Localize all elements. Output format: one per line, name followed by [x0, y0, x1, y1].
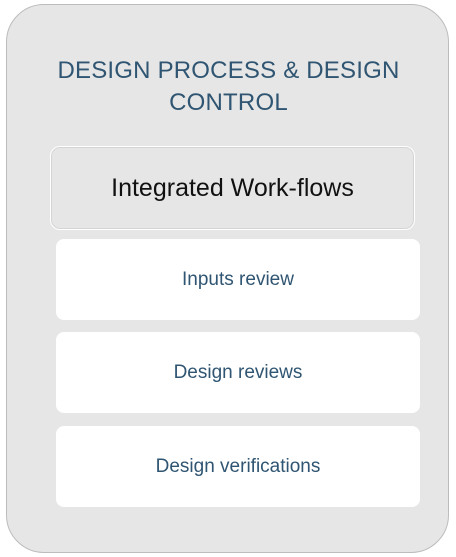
integrated-workflows-header: Integrated Work-flows	[50, 146, 415, 230]
panel-title-line-2: CONTROL	[169, 89, 288, 116]
panel-title-line-1: DESIGN PROCESS & DESIGN	[57, 57, 400, 84]
integrated-workflows-label: Integrated Work-flows	[111, 173, 354, 202]
list-item-label: Design verifications	[155, 455, 321, 477]
panel-title: DESIGN PROCESS & DESIGN CONTROL	[7, 55, 450, 119]
list-item-label: Design reviews	[173, 361, 303, 383]
list-item-label: Inputs review	[182, 268, 294, 290]
list-item-inputs-review: Inputs review	[56, 239, 420, 320]
list-item-design-verifications: Design verifications	[56, 426, 420, 507]
list-item-design-reviews: Design reviews	[56, 332, 420, 413]
